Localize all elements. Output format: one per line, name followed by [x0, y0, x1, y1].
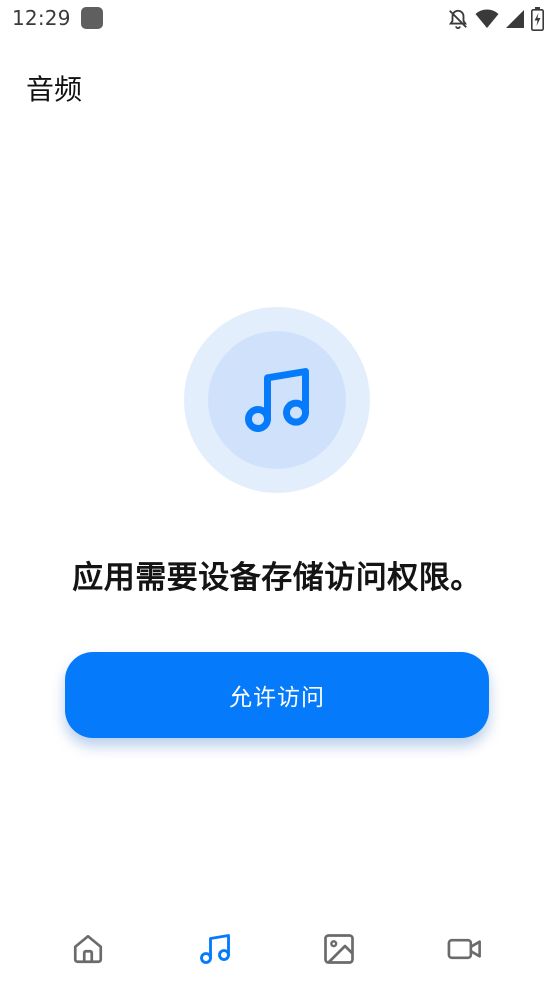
wifi-icon — [475, 9, 499, 29]
allow-access-button[interactable]: 允许访问 — [65, 652, 489, 738]
alarm-off-icon — [447, 8, 469, 30]
illustration-inner-circle — [208, 331, 346, 469]
permission-message: 应用需要设备存储访问权限。 — [72, 560, 482, 596]
status-bar: 12:29 — [0, 0, 554, 38]
image-icon — [324, 934, 354, 964]
nav-item-videos[interactable] — [439, 927, 491, 971]
music-note-icon — [200, 934, 230, 964]
battery-charging-icon — [531, 7, 544, 31]
music-note-icon — [245, 368, 309, 432]
nav-item-home[interactable] — [62, 927, 114, 971]
nav-item-images[interactable] — [313, 927, 365, 971]
home-icon — [73, 934, 103, 964]
page-title: 音频 — [26, 73, 83, 106]
permission-illustration — [184, 307, 370, 493]
status-time: 12:29 — [12, 6, 71, 30]
nav-item-audio[interactable] — [189, 927, 241, 971]
video-camera-icon — [447, 938, 481, 960]
app-notification-icon — [81, 7, 103, 29]
cell-signal-icon — [505, 9, 525, 29]
status-icons — [447, 6, 544, 32]
bottom-nav — [0, 915, 554, 985]
